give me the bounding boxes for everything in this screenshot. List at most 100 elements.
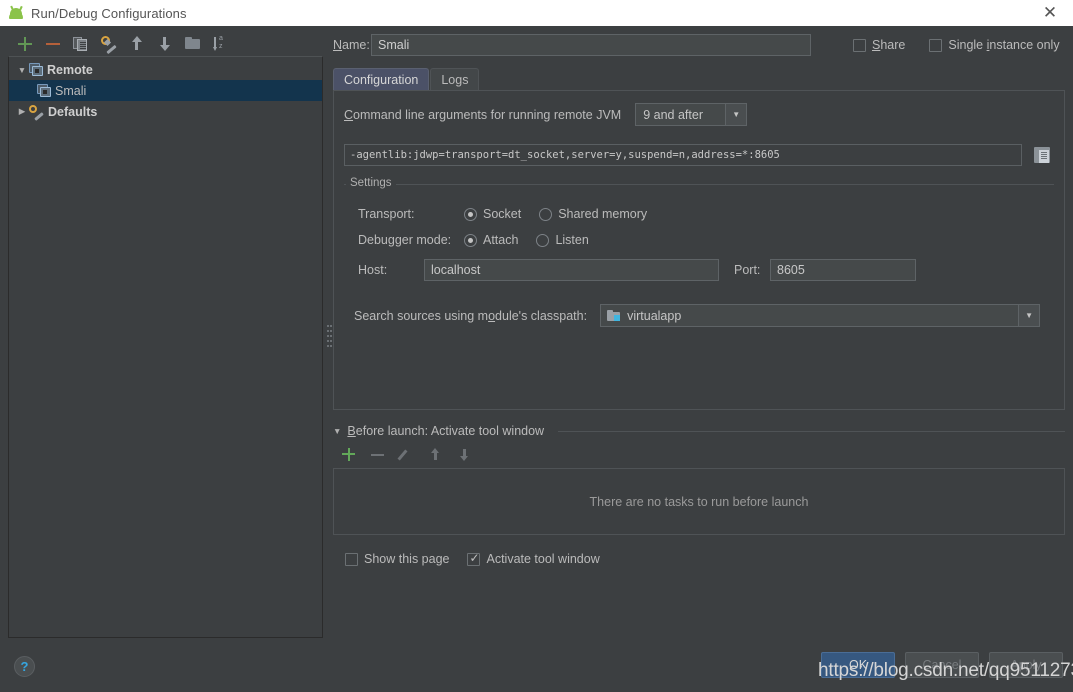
activate-tool-window-label: Activate tool window	[486, 552, 600, 566]
radio-dot	[536, 233, 550, 247]
radio-dot	[464, 233, 477, 247]
debugger-attach-label: Attach	[483, 233, 519, 247]
module-name: virtualapp	[627, 308, 682, 323]
chevron-down-icon[interactable]: ▼	[333, 426, 341, 436]
name-input[interactable]	[371, 34, 811, 56]
command-line-label: Command line arguments for running remot…	[344, 107, 622, 122]
chevron-right-icon[interactable]: ▶	[15, 106, 29, 117]
tree-item-smali[interactable]: Smali	[9, 80, 322, 101]
move-up-button[interactable]	[128, 35, 145, 52]
configuration-editor-panel: Name: Share Single instance only Configu…	[333, 30, 1065, 688]
checkbox-box	[929, 38, 943, 52]
classpath-label: Search sources using module's classpath:	[354, 308, 588, 323]
tree-item-defaults[interactable]: ▶ Defaults	[9, 101, 322, 122]
host-port-row: Host: Port:	[344, 257, 1054, 283]
edit-defaults-button[interactable]	[100, 35, 117, 54]
window-titlebar: Run/Debug Configurations ✕	[0, 0, 1073, 26]
sort-configurations-button[interactable]: az	[212, 35, 229, 52]
tree-item-label: Defaults	[48, 104, 98, 119]
move-down-button[interactable]	[156, 35, 173, 52]
android-icon	[8, 5, 24, 20]
show-this-page-checkbox[interactable]: Show this page	[345, 552, 449, 566]
configurations-tree[interactable]: ▼ Remote Smali ▶ Defaults	[8, 56, 323, 638]
before-launch-title: Before launch: Activate tool window	[347, 424, 545, 438]
command-value-row: -agentlib:jdwp=transport=dt_socket,serve…	[344, 143, 1054, 167]
debugger-mode-radio-listen[interactable]: Listen	[536, 233, 589, 247]
tab-configuration[interactable]: Configuration	[333, 68, 430, 90]
chevron-down-icon[interactable]: ▼	[1018, 305, 1040, 326]
radio-dot	[464, 207, 477, 221]
share-checkbox[interactable]: Share	[853, 38, 905, 52]
before-launch-section: ▼ Before launch: Activate tool window Th…	[333, 424, 1065, 566]
empty-tasks-message: There are no tasks to run before launch	[589, 494, 809, 509]
dialog-footer-buttons: OK Cancel Apply	[821, 652, 1063, 678]
settings-group-title: Settings	[346, 177, 396, 189]
classpath-row: Search sources using module's classpath:…	[344, 304, 1054, 327]
debugger-mode-label: Debugger mode:	[358, 233, 452, 247]
tree-item-label: Remote	[47, 62, 93, 77]
transport-socket-label: Socket	[483, 207, 522, 221]
remove-configuration-button[interactable]	[44, 35, 61, 52]
editor-tabs: Configuration Logs	[333, 68, 1065, 90]
apply-button[interactable]: Apply	[989, 652, 1063, 678]
chevron-down-icon[interactable]: ▼	[15, 65, 29, 75]
copy-configuration-button[interactable]	[72, 35, 89, 52]
checkbox-box	[345, 552, 358, 566]
chevron-down-icon[interactable]: ▼	[725, 104, 747, 125]
remove-task-button[interactable]	[370, 447, 385, 462]
configurations-panel: az ▼ Remote Smali ▶ Defaults	[8, 30, 323, 638]
module-select-value: virtualapp	[601, 309, 1018, 323]
radio-dot	[539, 207, 553, 221]
configuration-tab-panel: Command line arguments for running remot…	[333, 90, 1065, 410]
settings-group-body: Transport: Socket Shared memory Debugger…	[344, 184, 1054, 283]
window-title: Run/Debug Configurations	[31, 5, 187, 21]
help-button[interactable]: ?	[14, 656, 35, 677]
copy-to-clipboard-icon[interactable]	[1030, 143, 1054, 167]
ok-button[interactable]: OK	[821, 652, 895, 678]
transport-label: Transport:	[358, 207, 415, 221]
show-this-page-label: Show this page	[364, 552, 450, 566]
add-task-button[interactable]	[341, 447, 356, 462]
panel-splitter[interactable]	[325, 316, 331, 356]
before-launch-header: ▼ Before launch: Activate tool window	[333, 424, 1065, 438]
module-icon	[607, 309, 621, 322]
host-label: Host:	[358, 263, 388, 277]
task-move-down-button[interactable]	[457, 447, 472, 462]
checkbox-box	[467, 551, 481, 566]
port-label: Port:	[734, 263, 761, 277]
new-folder-button[interactable]	[184, 35, 201, 52]
settings-group: Settings Transport: Socket Shared memory	[344, 177, 1054, 283]
before-launch-tasks-list[interactable]: There are no tasks to run before launch	[333, 468, 1065, 535]
activate-tool-window-checkbox[interactable]: Activate tool window	[467, 551, 600, 566]
transport-radio-socket[interactable]: Socket	[464, 207, 521, 221]
add-configuration-button[interactable]	[16, 35, 33, 52]
checkbox-box	[853, 38, 866, 52]
cancel-button[interactable]: Cancel	[905, 652, 979, 678]
transport-radio-shared-memory[interactable]: Shared memory	[539, 207, 647, 221]
tree-item-label: Smali	[55, 83, 87, 98]
command-line-row: Command line arguments for running remot…	[344, 103, 1054, 126]
single-instance-checkbox[interactable]: Single instance only	[929, 38, 1060, 52]
debugger-mode-radio-attach[interactable]: Attach	[464, 233, 518, 247]
edit-task-button[interactable]	[397, 447, 414, 462]
gear-wrench-icon	[29, 104, 44, 121]
tab-logs[interactable]: Logs	[430, 68, 480, 90]
command-line-value[interactable]: -agentlib:jdwp=transport=dt_socket,serve…	[344, 144, 1022, 166]
task-move-up-button[interactable]	[428, 447, 443, 462]
close-icon[interactable]: ✕	[1027, 0, 1073, 26]
host-input[interactable]	[424, 259, 719, 281]
name-row: Name: Share Single instance only	[333, 34, 1065, 56]
debugger-mode-row: Debugger mode: Attach Listen	[344, 227, 1054, 253]
port-input[interactable]	[770, 259, 916, 281]
share-label: Share	[872, 38, 906, 52]
tree-item-remote[interactable]: ▼ Remote	[9, 59, 322, 80]
debugger-listen-label: Listen	[555, 233, 589, 247]
configurations-toolbar: az	[8, 30, 323, 56]
before-launch-options: Show this page Activate tool window	[333, 551, 1065, 566]
module-select[interactable]: virtualapp ▼	[600, 304, 1041, 327]
jvm-version-value: 9 and after	[643, 107, 703, 122]
dialog-body: az ▼ Remote Smali ▶ Defaults Name: Smali…	[0, 26, 1073, 692]
before-launch-toolbar	[333, 440, 1065, 468]
transport-shared-memory-label: Shared memory	[558, 207, 648, 221]
jvm-version-select[interactable]: 9 and after ▼	[635, 103, 748, 126]
